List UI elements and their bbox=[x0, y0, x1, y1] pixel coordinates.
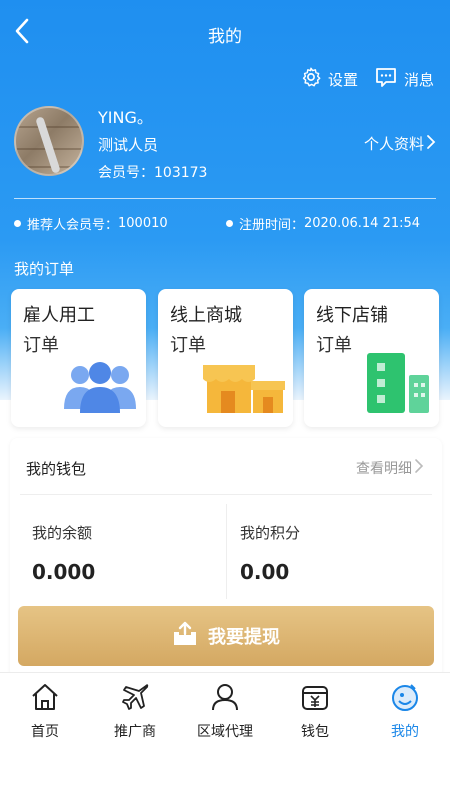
message-icon bbox=[374, 66, 404, 92]
page-title: 我的 bbox=[208, 27, 242, 47]
register-value: 2020.06.14 21:54 bbox=[304, 216, 421, 231]
wallet-panel: 我的钱包 查看明细 我的余额 0.000 我的积分 0.00 我要提现 bbox=[10, 438, 442, 678]
wallet-detail-link[interactable]: 查看明细 bbox=[356, 458, 426, 478]
tab-label: 我的 bbox=[391, 724, 419, 740]
user-role: 测试人员 bbox=[98, 136, 159, 154]
tab-home[interactable]: 首页 bbox=[0, 673, 90, 750]
withdraw-label: 我要提现 bbox=[208, 627, 280, 648]
order-card-online-mall[interactable]: 线上商城 订单 bbox=[158, 289, 293, 427]
wallet-title: 我的钱包 bbox=[26, 460, 87, 478]
profile-link[interactable]: 个人资料 bbox=[364, 133, 438, 154]
tab-promoter[interactable]: 推广商 bbox=[90, 673, 180, 750]
mine-icon bbox=[389, 681, 421, 721]
person-icon bbox=[209, 681, 241, 721]
order-card-title: 线下店铺 bbox=[316, 305, 388, 326]
wallet-column-divider bbox=[226, 504, 227, 599]
order-card-offline-store[interactable]: 线下店铺 订单 bbox=[304, 289, 439, 427]
member-number-label: 会员号： bbox=[98, 165, 154, 181]
member-number-value: 103173 bbox=[154, 165, 208, 181]
people-icon bbox=[60, 359, 140, 419]
orders-section-title: 我的订单 bbox=[14, 260, 75, 278]
settings-label: 设置 bbox=[327, 70, 358, 89]
profile-link-label: 个人资料 bbox=[363, 135, 424, 153]
wallet-icon bbox=[299, 681, 331, 721]
order-card-subtitle: 订单 bbox=[170, 335, 206, 356]
messages-label: 消息 bbox=[403, 70, 434, 89]
wallet-detail-label: 查看明细 bbox=[356, 461, 412, 477]
withdraw-button[interactable]: 我要提现 bbox=[18, 606, 434, 666]
tab-label: 推广商 bbox=[114, 724, 156, 740]
wallet-divider bbox=[20, 494, 432, 495]
bullet-icon bbox=[14, 220, 21, 227]
tab-label: 区域代理 bbox=[197, 724, 253, 740]
withdraw-icon bbox=[172, 621, 208, 652]
register-info: 注册时间： 2020.06.14 21:54 bbox=[226, 214, 420, 233]
order-card-title: 线上商城 bbox=[170, 305, 242, 326]
tab-label: 首页 bbox=[31, 724, 59, 740]
tab-regional-agent[interactable]: 区域代理 bbox=[180, 673, 270, 750]
bullet-icon bbox=[226, 220, 233, 227]
tab-label: 钱包 bbox=[301, 724, 329, 740]
points-label: 我的积分 bbox=[240, 524, 301, 542]
register-label: 注册时间： bbox=[239, 218, 305, 233]
messages-button[interactable]: 消息 bbox=[374, 66, 434, 92]
chevron-right-icon bbox=[412, 458, 426, 478]
header-tools: 设置 消息 bbox=[284, 66, 434, 92]
tab-wallet[interactable]: 钱包 bbox=[270, 673, 360, 750]
avatar[interactable] bbox=[14, 106, 84, 176]
order-card-subtitle: 订单 bbox=[23, 335, 59, 356]
referrer-label: 推荐人会员号： bbox=[27, 218, 119, 233]
referrer-info: 推荐人会员号： 100010 bbox=[14, 214, 168, 233]
bottom-tab-bar: 首页 推广商 区域代理 钱包 我的 bbox=[0, 672, 450, 750]
settings-button[interactable]: 设置 bbox=[300, 66, 358, 92]
balance-label: 我的余额 bbox=[32, 524, 93, 542]
airplane-icon bbox=[119, 681, 151, 721]
chevron-right-icon bbox=[424, 134, 438, 154]
member-number: 会员号：103173 bbox=[98, 162, 207, 182]
home-icon bbox=[29, 681, 61, 721]
referrer-value: 100010 bbox=[118, 216, 168, 231]
balance-value: 0.000 bbox=[32, 560, 96, 584]
order-card-title: 雇人用工 bbox=[23, 305, 95, 326]
tab-mine[interactable]: 我的 bbox=[360, 673, 450, 750]
order-card-subtitle: 订单 bbox=[316, 335, 352, 356]
gear-icon bbox=[300, 66, 328, 92]
building-icon bbox=[363, 351, 433, 419]
order-card-hire[interactable]: 雇人用工 订单 bbox=[11, 289, 146, 427]
header-divider bbox=[14, 198, 436, 199]
user-name: YING。 bbox=[98, 108, 153, 127]
points-value: 0.00 bbox=[240, 560, 290, 584]
shop-icon bbox=[201, 361, 287, 419]
top-bar: 我的 bbox=[0, 0, 450, 64]
